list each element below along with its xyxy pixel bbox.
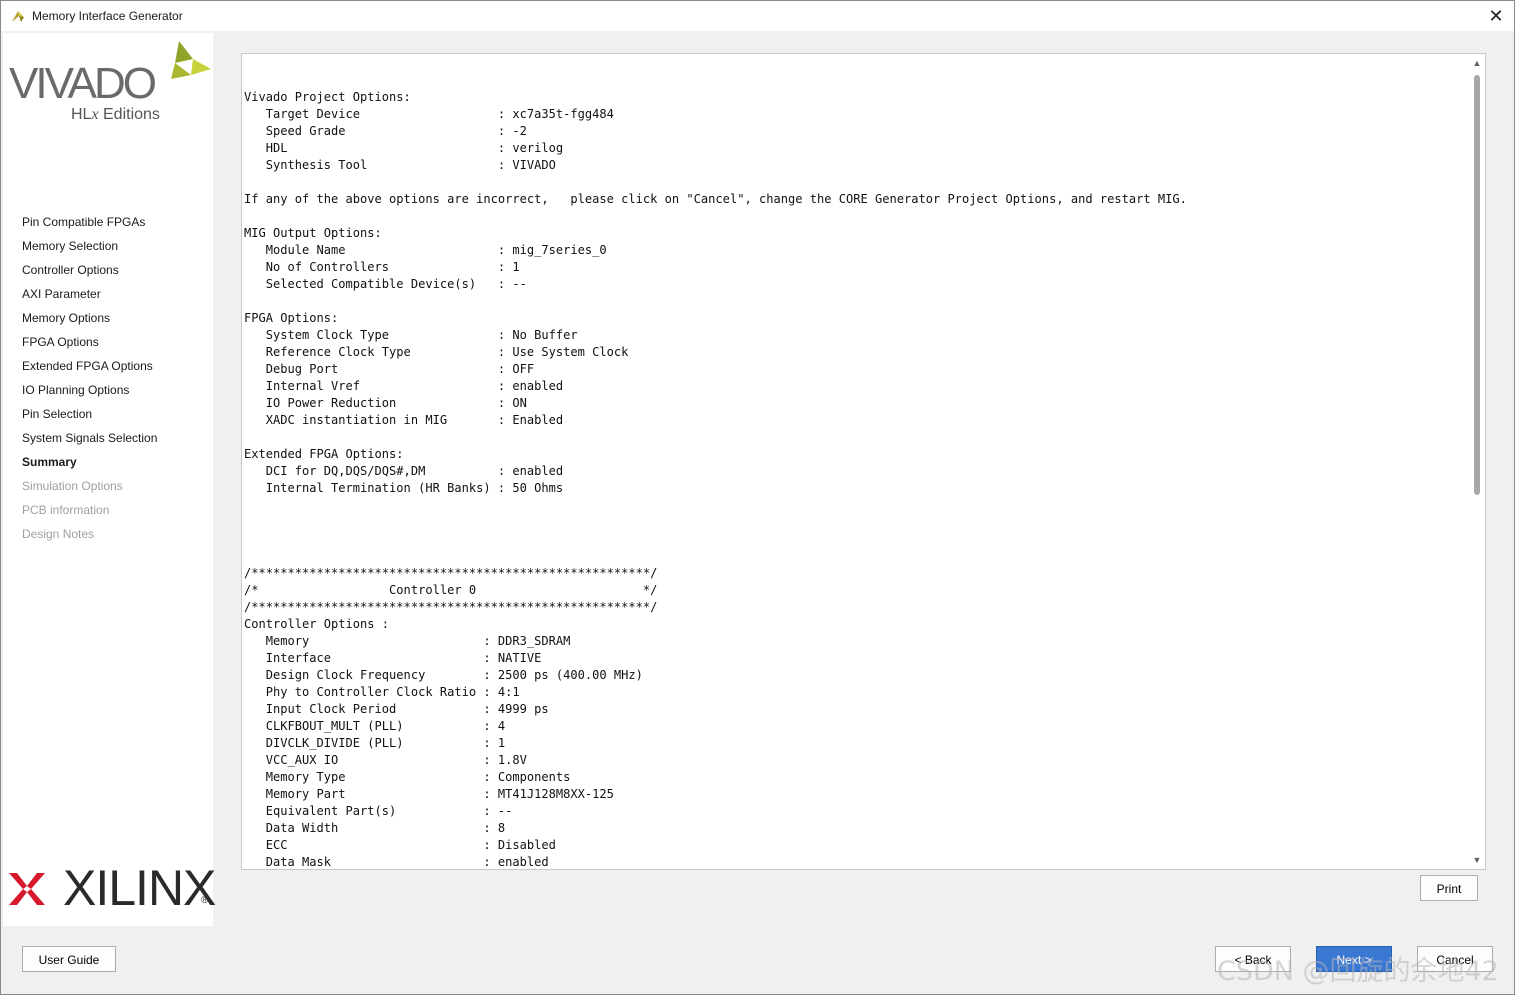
summary-line: Design Clock Frequency : 2500 ps (400.00… [244,668,643,682]
summary-line: MIG Output Options: [244,226,382,240]
sidebar-item-system-signals-selection[interactable]: System Signals Selection [3,429,213,453]
sidebar-item-fpga-options[interactable]: FPGA Options [3,333,213,357]
sidebar-item-simulation-options: Simulation Options [22,479,123,493]
scroll-up-icon[interactable]: ▲ [1471,57,1483,69]
vivado-leaf-icon [171,41,211,79]
sidebar-item-summary[interactable]: Summary [3,453,213,477]
summary-line: If any of the above options are incorrec… [244,192,1187,206]
summary-line: Synthesis Tool : VIVADO [244,158,556,172]
summary-line [244,531,1187,548]
summary-text: Vivado Project Options: Target Device : … [244,89,1187,871]
summary-line: CLKFBOUT_MULT (PLL) : 4 [244,719,506,733]
summary-line [244,174,1187,191]
summary-line: No of Controllers : 1 [244,260,520,274]
sidebar-item-axi-parameter[interactable]: AXI Parameter [3,285,213,309]
sidebar: VIVADO HLx Editions Pin Compatible FPGAs… [3,33,216,926]
scrollbar-thumb[interactable] [1474,75,1480,495]
user-guide-button[interactable]: User Guide [22,946,116,972]
summary-line: Phy to Controller Clock Ratio : 4:1 [244,685,520,699]
summary-line: /* Controller 0 */ [244,583,658,597]
summary-line: HDL : verilog [244,141,564,155]
sidebar-item-io-planning-options[interactable]: IO Planning Options [3,381,213,405]
hlx-editions-text: HLx Editions [71,106,160,123]
sidebar-item-pcb-information: PCB information [22,503,110,517]
summary-line: FPGA Options: [244,311,339,325]
summary-line: Reference Clock Type : Use System Clock [244,345,629,359]
summary-line: Controller Options : [244,617,390,631]
summary-line: Debug Port : OFF [244,362,535,376]
sidebar-item-memory-selection[interactable]: Memory Selection [3,237,213,261]
scroll-down-icon[interactable]: ▼ [1471,854,1483,866]
back-button[interactable]: < Back [1215,946,1291,972]
sidebar-item-controller-options[interactable]: Controller Options [3,261,213,285]
xilinx-logo-text: XILINX [63,860,216,916]
vivado-app-icon [12,11,24,22]
summary-line [244,429,1187,446]
xilinx-logo: XILINX ® [7,860,216,917]
summary-line: Extended FPGA Options: [244,447,404,461]
wizard-steps-nav: Pin Compatible FPGAs Memory Selection Cont… [3,213,213,549]
registered-mark: ® [201,895,209,906]
sidebar-item-pin-selection[interactable]: Pin Selection [3,405,213,429]
window-title: Memory Interface Generator [32,9,183,23]
close-button[interactable]: ✕ [1484,4,1508,28]
summary-line: Memory Part : MT41J128M8XX-125 [244,787,614,801]
summary-line: Data Width : 8 [244,821,506,835]
summary-line: Interface : NATIVE [244,651,542,665]
title-bar: Memory Interface Generator ✕ [1,1,1514,31]
summary-line [244,293,1187,310]
summary-line [244,208,1187,225]
summary-line [244,514,1187,531]
sidebar-item-design-notes: Design Notes [22,527,95,541]
summary-line: Memory : DDR3_SDRAM [244,634,571,648]
summary-line: VCC_AUX IO : 1.8V [244,753,527,767]
summary-line: Speed Grade : -2 [244,124,527,138]
summary-line: /***************************************… [244,600,658,614]
summary-line: IO Power Reduction : ON [244,396,527,410]
summary-line: Vivado Project Options: [244,90,411,104]
summary-line: System Clock Type : No Buffer [244,328,578,342]
summary-line: Internal Termination (HR Banks) : 50 Ohm… [244,481,564,495]
summary-line: Module Name : mig_7series_0 [244,243,607,257]
vivado-logo-text: VIVADO [9,59,157,108]
summary-line [244,497,1187,514]
cancel-button[interactable]: Cancel [1417,946,1493,972]
vivado-logo: VIVADO HLx Editions [7,37,212,127]
summary-text-area[interactable]: Vivado Project Options: Target Device : … [241,53,1486,870]
summary-line: XADC instantiation in MIG : Enabled [244,413,564,427]
sidebar-item-memory-options[interactable]: Memory Options [3,309,213,333]
print-button[interactable]: Print [1420,875,1478,901]
summary-line: Input Clock Period : 4999 ps [244,702,549,716]
summary-line: Data Mask : enabled [244,855,549,869]
summary-line: /***************************************… [244,566,658,580]
summary-line [244,548,1187,565]
mig-window: Memory Interface Generator ✕ VIVADO HLx … [0,0,1515,995]
summary-line: Memory Type : Components [244,770,571,784]
summary-line: Equivalent Part(s) : -- [244,804,513,818]
xilinx-x-icon [9,873,45,905]
summary-line: Internal Vref : enabled [244,379,564,393]
summary-line: ECC : Disabled [244,838,556,852]
summary-line: DCI for DQ,DQS/DQS#,DM : enabled [244,464,564,478]
summary-line: Selected Compatible Device(s) : -- [244,277,527,291]
next-button[interactable]: Next > [1316,946,1392,972]
sidebar-item-extended-fpga-options[interactable]: Extended FPGA Options [3,357,213,381]
summary-line: Target Device : xc7a35t-fgg484 [244,107,614,121]
vertical-scrollbar[interactable]: ▲ ▼ [1470,55,1484,868]
summary-line: DIVCLK_DIVIDE (PLL) : 1 [244,736,506,750]
sidebar-item-pin-compatible-fpgas[interactable]: Pin Compatible FPGAs [3,213,213,237]
